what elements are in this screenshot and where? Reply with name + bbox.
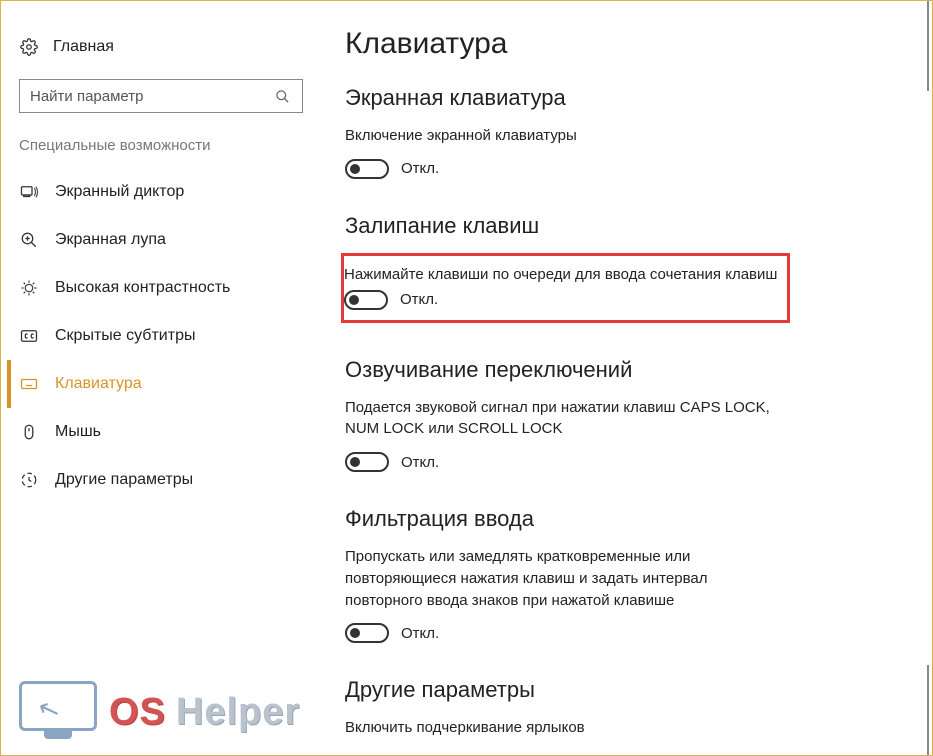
search-icon [272, 86, 292, 106]
search-input-container[interactable] [19, 79, 303, 113]
home-label: Главная [53, 38, 114, 56]
nav-label: Экранный диктор [55, 183, 184, 201]
section-filter-keys: Фильтрация ввода Пропускать или замедлят… [345, 506, 908, 643]
nav-label: Клавиатура [55, 375, 142, 393]
sidebar-home[interactable]: Главная [11, 31, 311, 69]
section-sticky-keys: Залипание клавиш Нажимайте клавиши по оч… [345, 213, 908, 323]
section-desc: Пропускать или замедлять кратковременные… [345, 546, 785, 611]
nav-label: Другие параметры [55, 471, 193, 489]
section-toggle-keys: Озвучивание переключений Подается звуков… [345, 357, 908, 473]
category-label: Специальные возможности [11, 137, 311, 168]
keyboard-icon [19, 374, 39, 394]
section-title: Фильтрация ввода [345, 506, 908, 532]
nav-label: Мышь [55, 423, 101, 441]
section-title: Экранная клавиатура [345, 85, 908, 111]
mouse-icon [19, 422, 39, 442]
nav-label: Скрытые субтитры [55, 327, 195, 345]
magnifier-icon [19, 230, 39, 250]
sidebar-item-mouse[interactable]: Мышь [7, 408, 311, 456]
contrast-icon [19, 278, 39, 298]
highlight-annotation: Нажимайте клавиши по очереди для ввода с… [341, 253, 790, 323]
narrator-icon [19, 182, 39, 202]
section-onscreen-keyboard: Экранная клавиатура Включение экранной к… [345, 85, 908, 179]
sidebar-item-magnifier[interactable]: Экранная лупа [7, 216, 311, 264]
toggle-state: Откл. [401, 454, 439, 471]
toggle-togglekeys[interactable] [345, 452, 389, 472]
page-title: Клавиатура [345, 27, 908, 61]
toggle-onscreen-keyboard[interactable] [345, 159, 389, 179]
toggle-state: Откл. [401, 160, 439, 177]
cc-icon [19, 326, 39, 346]
nav-label: Высокая контрастность [55, 279, 230, 297]
section-title: Другие параметры [345, 677, 908, 703]
sidebar-item-high-contrast[interactable]: Высокая контрастность [7, 264, 311, 312]
toggle-filter-keys[interactable] [345, 623, 389, 643]
scrollbar[interactable] [926, 1, 930, 755]
search-input[interactable] [30, 88, 272, 105]
section-other-params: Другие параметры Включить подчеркивание … [345, 677, 908, 739]
sidebar-item-other[interactable]: Другие параметры [7, 456, 311, 504]
section-desc: Подается звуковой сигнал при нажатии кла… [345, 397, 785, 441]
main-content: Клавиатура Экранная клавиатура Включение… [321, 1, 932, 755]
section-desc: Включение экранной клавиатуры [345, 125, 785, 147]
toggle-state: Откл. [401, 625, 439, 642]
sidebar-item-closed-captions[interactable]: Скрытые субтитры [7, 312, 311, 360]
sidebar-item-keyboard[interactable]: Клавиатура [7, 360, 311, 408]
toggle-state: Откл. [400, 291, 438, 308]
section-title: Залипание клавиш [345, 213, 908, 239]
section-desc: Нажимайте клавиши по очереди для ввода с… [344, 264, 777, 286]
toggle-sticky-keys[interactable] [344, 290, 388, 310]
section-title: Озвучивание переключений [345, 357, 908, 383]
nav-label: Экранная лупа [55, 231, 166, 249]
gear-icon [19, 37, 39, 57]
sidebar-item-narrator[interactable]: Экранный диктор [7, 168, 311, 216]
other-icon [19, 470, 39, 490]
section-desc: Включить подчеркивание ярлыков [345, 717, 785, 739]
